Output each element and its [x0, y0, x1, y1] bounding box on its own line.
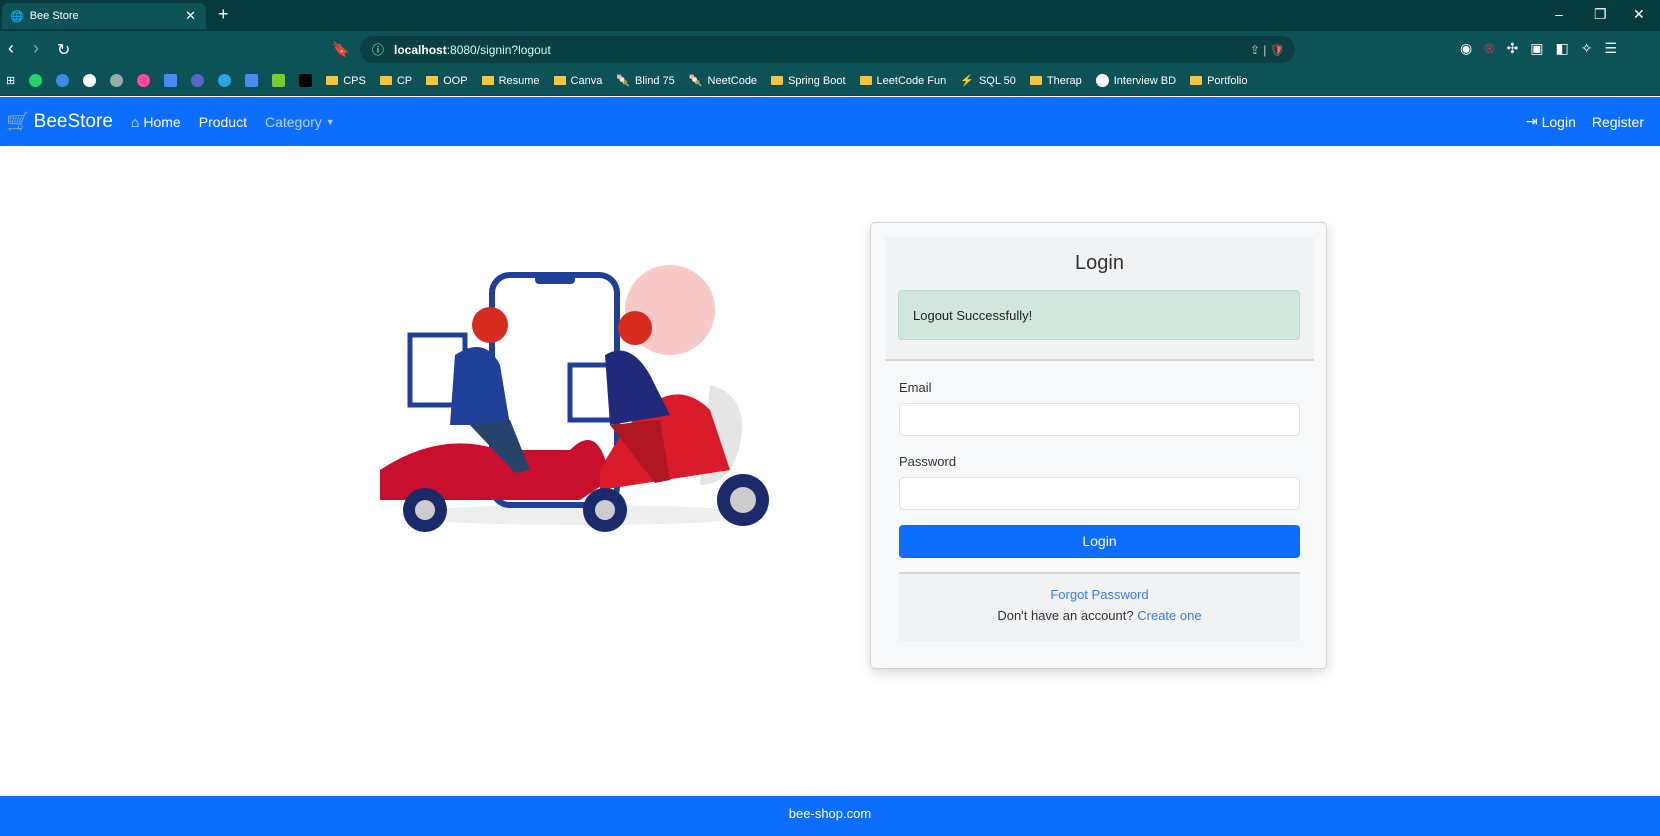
login-card-footer: Forgot Password Don't have an account? C…	[899, 572, 1300, 641]
camera-icon[interactable]: ◉	[1460, 40, 1472, 57]
nav-home[interactable]: ⌂ Home	[131, 114, 181, 130]
login-card-header: Login Logout Successfully!	[885, 238, 1314, 361]
gemini-icon[interactable]	[137, 74, 151, 87]
extensions-icon[interactable]: ✣	[1507, 40, 1519, 57]
close-tab-icon[interactable]: ✕	[185, 8, 196, 24]
bookmark-sql50[interactable]: ⚡ SQL 50	[960, 74, 1016, 88]
reload-icon[interactable]: ↻	[57, 40, 70, 60]
bookmark-leetcode-fun[interactable]: LeetCode Fun	[859, 75, 946, 87]
info-icon: ⓘ	[372, 43, 385, 57]
nav-login[interactable]: ⇥ Login	[1526, 113, 1576, 130]
nav-register[interactable]: Register	[1592, 113, 1644, 130]
login-card: Login Logout Successfully! Email Passwor…	[870, 222, 1327, 669]
bookmark-globe-icon[interactable]	[83, 74, 97, 87]
docs-icon[interactable]	[245, 74, 259, 87]
bookmark-blind75[interactable]: 🍡 Blind 75	[616, 74, 674, 88]
browser-toolbar-icons: ◉ ® ✣ ▣ ◧ ✧ ☰	[1460, 40, 1617, 57]
login-title: Login	[1075, 252, 1124, 274]
sign-in-icon: ⇥	[1525, 113, 1538, 129]
email-input[interactable]	[899, 403, 1300, 436]
no-account-text: Don't have an account?	[997, 608, 1134, 623]
translate-icon[interactable]	[164, 74, 178, 87]
popsicle-icon: 🍡	[688, 75, 703, 87]
bookmark-oop[interactable]: OOP	[426, 75, 468, 87]
folder-icon	[859, 76, 872, 85]
create-account-link[interactable]: Create one	[1137, 608, 1201, 623]
leo-icon[interactable]: ✧	[1581, 40, 1593, 57]
bookmark-interview-bd[interactable]: Interview BD	[1095, 74, 1176, 87]
folder-icon	[771, 76, 784, 85]
address-bar[interactable]: ⓘ localhost:8080/signin?logout ⇪ | 🛡	[360, 36, 1295, 63]
leetcode-icon: ⚡	[960, 75, 974, 87]
menu-icon[interactable]: ☰	[1604, 40, 1617, 57]
password-label: Password	[899, 454, 957, 469]
password-input[interactable]	[899, 477, 1300, 510]
telegram-icon[interactable]	[218, 74, 232, 87]
cart-icon: 🛒	[6, 111, 30, 133]
bookmark-resume[interactable]: Resume	[481, 75, 540, 87]
bookmark-c-icon[interactable]	[191, 74, 205, 87]
caret-down-icon: ▼	[325, 116, 335, 127]
browser-tab[interactable]: 🌐 Bee Store ✕	[2, 3, 206, 29]
bookmark-t-icon[interactable]	[56, 74, 70, 87]
bookmark-canva[interactable]: Canva	[553, 75, 602, 87]
bookmark-portfolio[interactable]: Portfolio	[1190, 75, 1247, 87]
vk-icon[interactable]	[299, 74, 313, 87]
bookmark-cps[interactable]: CPS	[326, 75, 366, 87]
folder-icon	[553, 76, 566, 85]
folder-icon	[326, 76, 339, 85]
bookmark-cp[interactable]: CP	[379, 75, 412, 87]
url-text: localhost:8080/signin?logout	[394, 42, 551, 57]
whatsapp-icon[interactable]	[29, 74, 43, 87]
bookmark-therap[interactable]: Therap	[1029, 75, 1082, 87]
globe-icon: 🌐	[10, 10, 24, 23]
back-icon[interactable]: ‹	[8, 38, 14, 59]
folder-icon	[426, 76, 439, 85]
delivery-illustration	[380, 265, 769, 532]
login-submit-button[interactable]: Login	[899, 525, 1300, 558]
forgot-password-link[interactable]: Forgot Password	[1050, 587, 1148, 602]
chatgpt-icon[interactable]	[110, 74, 124, 87]
download-icon[interactable]	[272, 74, 286, 87]
bookmark-neetcode[interactable]: 🍡 NeetCode	[688, 74, 757, 88]
share-icon[interactable]: ⇪ | 🛡	[1250, 43, 1285, 57]
brave-shield-icon[interactable]: 🛡	[1270, 43, 1285, 57]
folder-icon	[1029, 76, 1042, 85]
extension-r-icon[interactable]: ®	[1484, 40, 1494, 57]
logout-success-alert: Logout Successfully!	[898, 290, 1300, 340]
email-label: Email	[899, 380, 932, 395]
bookmarks-bar: ⊞ CPS CP OOP Resume Canva 🍡 Blind 75 🍡 Nee…	[0, 66, 1660, 96]
new-tab-button[interactable]: +	[218, 4, 229, 25]
forward-icon[interactable]: ›	[33, 38, 39, 59]
site-navbar: 🛒 BeeStore ⌂ Home Product Category ▼ ⇥ Login…	[0, 97, 1660, 146]
folder-icon	[481, 76, 494, 85]
close-window-button[interactable]: ✕	[1633, 6, 1645, 23]
nav-category-dropdown[interactable]: Category ▼	[265, 114, 335, 130]
nav-product[interactable]: Product	[199, 114, 247, 130]
site-footer: bee-shop.com	[0, 796, 1660, 836]
minimize-button[interactable]: –	[1555, 6, 1563, 22]
restore-button[interactable]: ❐	[1594, 6, 1607, 23]
bookmark-spring-boot[interactable]: Spring Boot	[771, 75, 846, 87]
sidebar-icon[interactable]: ◧	[1556, 40, 1569, 57]
home-icon: ⌂	[130, 113, 140, 130]
brand-link[interactable]: 🛒 BeeStore	[6, 110, 113, 134]
browser-tab-bar: 🌐 Bee Store ✕ + – ❐ ✕	[0, 0, 1660, 31]
folder-icon	[379, 76, 392, 85]
tab-title: Bee Store	[29, 10, 79, 22]
folder-icon	[1190, 76, 1203, 85]
globe-icon	[1095, 74, 1109, 87]
bookmark-icon[interactable]: 🔖	[332, 41, 349, 58]
apps-icon[interactable]: ⊞	[6, 74, 15, 87]
wallet-icon[interactable]: ▣	[1530, 40, 1543, 57]
popsicle-icon: 🍡	[616, 75, 631, 87]
